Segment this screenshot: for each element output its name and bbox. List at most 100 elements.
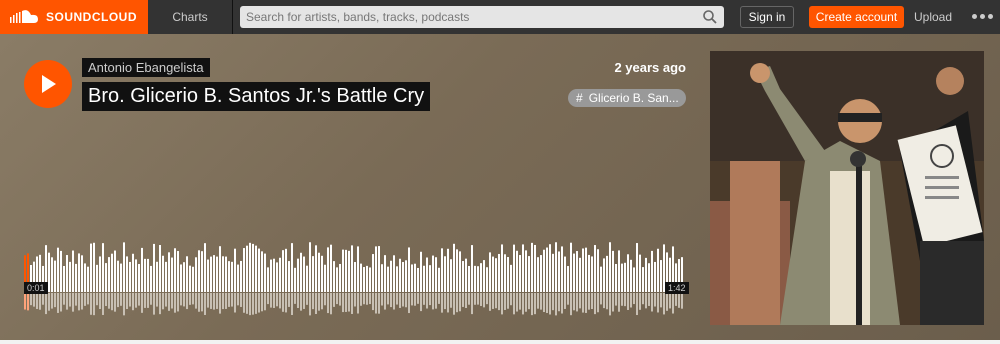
waveform-bar (510, 264, 512, 292)
tag-pill[interactable]: # Glicerio B. San... (568, 89, 686, 107)
waveform-reflection-bar (369, 293, 371, 305)
upload-link[interactable]: Upload (914, 0, 952, 34)
waveform-reflection-bar (609, 293, 611, 316)
waveform-reflection-bar (381, 293, 383, 306)
sign-in-button[interactable]: Sign in (740, 6, 794, 28)
waveform-reflection-bar (219, 293, 221, 314)
waveform-reflection-bar (471, 293, 473, 315)
waveform-reflection-bar (216, 293, 218, 309)
waveform-bar (366, 265, 368, 292)
waveform-reflection-bar (606, 293, 608, 310)
waveform-bar (144, 258, 146, 292)
waveform-reflection-bar (96, 293, 98, 306)
waveform-bar (348, 250, 350, 292)
waveform-bar (99, 256, 101, 292)
search-input[interactable] (240, 6, 692, 28)
track-artwork-image[interactable] (710, 51, 984, 325)
waveform-bar (534, 244, 536, 292)
waveform-bar (255, 245, 257, 292)
waveform-bar (516, 250, 518, 292)
waveform-reflection-bar (114, 293, 116, 312)
top-navigation-bar: SOUNDCLOUD Charts Sign in Create account… (0, 0, 1000, 34)
waveform-reflection-bar (129, 293, 131, 307)
waveform-reflection-bar (633, 293, 635, 305)
waveform-reflection-bar (540, 293, 542, 310)
waveform-reflection-bar (321, 293, 323, 310)
waveform-reflection-bar (60, 293, 62, 312)
waveform-bar (543, 249, 545, 292)
waveform-reflection-bar (645, 293, 647, 309)
artist-name-link[interactable]: Antonio Ebangelista (82, 58, 210, 77)
waveform-bar (372, 254, 374, 292)
waveform-bar (357, 246, 359, 292)
waveform-bar (186, 256, 188, 292)
waveform-reflection-bar (135, 293, 137, 308)
waveform-bar (621, 263, 623, 292)
waveform-reflection-bar (426, 293, 428, 309)
waveform-reflection-bar (81, 293, 83, 310)
waveform-reflection-bar (438, 293, 440, 304)
waveform-reflection-bar (435, 293, 437, 309)
waveform-bar (630, 259, 632, 292)
waveform[interactable] (24, 236, 686, 320)
waveform-reflection-bar (663, 293, 665, 315)
waveform-reflection-bar (504, 293, 506, 310)
waveform-reflection-bar (24, 293, 26, 310)
waveform-reflection-bar (51, 293, 53, 309)
waveform-bar (606, 255, 608, 292)
waveform-reflection-bar (417, 293, 419, 304)
waveform-bar (483, 260, 485, 292)
waveform-reflection-bar (255, 293, 257, 314)
waveform-reflection-bar (564, 293, 566, 309)
waveform-bar (528, 256, 530, 292)
waveform-reflection-bar (570, 293, 572, 316)
waveform-bar (639, 254, 641, 292)
waveform-reflection-bar (492, 293, 494, 309)
waveform-bar (270, 259, 272, 292)
waveform-reflection-bar (543, 293, 545, 313)
waveform-bar (642, 267, 644, 292)
waveform-bar (486, 267, 488, 292)
waveform-reflection-bar (519, 293, 521, 310)
waveform-reflection-bar (423, 293, 425, 305)
waveform-bar (399, 258, 401, 292)
waveform-reflection-bar (675, 293, 677, 306)
waveform-bar (306, 265, 308, 292)
waveform-reflection-bar (144, 293, 146, 308)
waveform-reflection-bar (156, 293, 158, 307)
waveform-bar (519, 255, 521, 292)
waveform-bar (462, 261, 464, 292)
soundcloud-logo[interactable]: SOUNDCLOUD (0, 0, 148, 34)
waveform-bar (57, 247, 59, 292)
search-icon[interactable] (702, 9, 718, 25)
waveform-reflection-bar (93, 293, 95, 316)
waveform-reflection-bar (372, 293, 374, 311)
waveform-reflection-bar (486, 293, 488, 305)
soundcloud-cloud-icon (10, 10, 38, 23)
waveform-reflection-bar (291, 293, 293, 315)
waveform-reflection-bar (30, 293, 32, 306)
waveform-bar (501, 244, 503, 292)
waveform-bar (234, 248, 236, 292)
waveform-reflection-bar (681, 293, 683, 309)
waveform-reflection-bar (312, 293, 314, 310)
more-options-icon[interactable] (972, 14, 993, 19)
waveform-reflection-bar (489, 293, 491, 311)
waveform-bar (309, 242, 311, 292)
create-account-button[interactable]: Create account (809, 6, 904, 28)
waveform-bar (339, 263, 341, 292)
play-button[interactable] (24, 60, 72, 108)
waveform-reflection-bar (279, 293, 281, 309)
waveform-bar (522, 244, 524, 292)
nav-charts-link[interactable]: Charts (148, 0, 233, 34)
waveform-reflection-bar (624, 293, 626, 307)
waveform-reflection-bar (678, 293, 680, 308)
waveform-reflection-bar (462, 293, 464, 307)
waveform-reflection-bar (123, 293, 125, 316)
waveform-bar (360, 263, 362, 292)
waveform-bar (612, 250, 614, 292)
waveform-bar (243, 248, 245, 292)
waveform-bar (660, 260, 662, 292)
waveform-reflection-bar (447, 293, 449, 313)
waveform-bar (324, 264, 326, 292)
